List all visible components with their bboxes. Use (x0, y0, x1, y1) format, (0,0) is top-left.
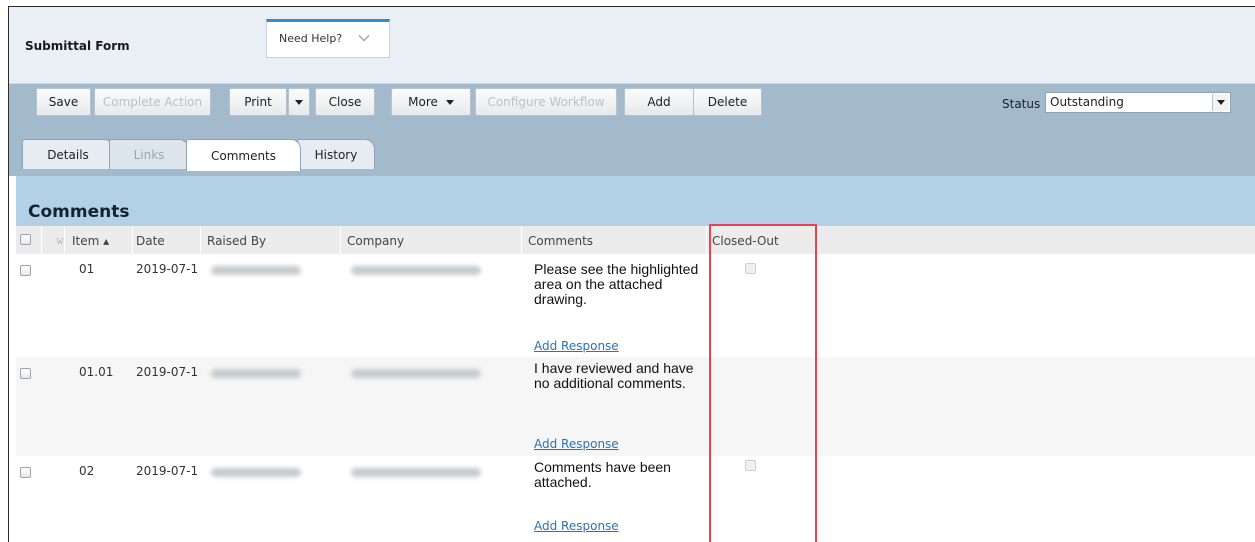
column-header-item[interactable]: Item ▴ (72, 234, 109, 248)
row-date: 2019-07-1 (136, 262, 198, 276)
comment-text: Comments have been attached. (534, 459, 671, 490)
section-header: Comments (16, 176, 1255, 226)
configure-workflow-button[interactable]: Configure Workflow (475, 88, 617, 116)
chevron-down-icon (358, 30, 370, 42)
table-row: 01.01 2019-07-1 I have reviewed and have… (16, 357, 1255, 456)
row-select-checkbox[interactable] (20, 368, 31, 379)
section-title: Comments (28, 202, 130, 222)
need-help-button[interactable]: Need Help? (266, 19, 390, 58)
save-button[interactable]: Save (36, 88, 91, 116)
add-response-link[interactable]: Add Response (534, 437, 619, 451)
add-response-link[interactable]: Add Response (534, 519, 619, 533)
delete-button[interactable]: Delete (693, 88, 762, 116)
column-header-date[interactable]: Date (136, 234, 165, 248)
table-row: 01 2019-07-1 Please see the highlighted … (16, 254, 1255, 357)
select-all-checkbox[interactable] (20, 234, 31, 245)
closed-out-highlight-box (709, 224, 817, 542)
comment-text: Please see the highlighted area on the a… (534, 261, 699, 307)
status-select[interactable]: Outstanding (1045, 92, 1231, 113)
paperclip-icon: 𝚠 (56, 234, 64, 247)
status-value: Outstanding (1050, 95, 1124, 109)
print-button[interactable]: Print (229, 88, 287, 116)
company-redacted (351, 369, 481, 378)
more-label: More (408, 95, 438, 109)
raised-by-redacted (211, 468, 301, 477)
tab-comments[interactable]: Comments (186, 139, 301, 171)
comments-panel: Comments 𝚠 Item ▴ Date Raised By Company… (16, 176, 1255, 542)
item-number: 01 (79, 262, 95, 276)
raised-by-redacted (211, 369, 301, 378)
print-menu-arrow[interactable] (288, 88, 310, 116)
need-help-label: Need Help? (279, 32, 343, 45)
table-row: 02 2019-07-1 Comments have been attached… (16, 456, 1255, 542)
tab-links[interactable]: Links (109, 139, 189, 169)
raised-by-redacted (211, 266, 301, 275)
comment-text: I have reviewed and have no additional c… (534, 360, 694, 391)
more-button[interactable]: More (391, 88, 471, 116)
item-number: 02 (79, 464, 95, 478)
chevron-down-icon (295, 99, 303, 105)
chevron-down-icon[interactable] (1212, 94, 1229, 111)
column-header-comments[interactable]: Comments (528, 234, 593, 248)
add-button[interactable]: Add (624, 88, 694, 116)
add-response-link[interactable]: Add Response (534, 339, 619, 353)
form-header: Submittal Form Need Help? (9, 7, 1255, 84)
page-title: Submittal Form (25, 39, 130, 53)
chevron-down-icon (445, 99, 454, 105)
tab-details[interactable]: Details (22, 139, 114, 169)
submittal-form-window: Submittal Form Need Help? Save Complete … (8, 6, 1255, 542)
column-header-company[interactable]: Company (347, 234, 404, 248)
column-header-raised-by[interactable]: Raised By (207, 234, 266, 248)
row-date: 2019-07-1 (136, 365, 198, 379)
status-label: Status (1002, 97, 1041, 111)
toolbar: Save Complete Action Print Close More Co… (9, 84, 1255, 176)
row-select-checkbox[interactable] (20, 265, 31, 276)
complete-action-button[interactable]: Complete Action (94, 88, 211, 116)
company-redacted (351, 266, 481, 275)
company-redacted (351, 468, 481, 477)
close-button[interactable]: Close (315, 88, 375, 116)
item-number: 01.01 (79, 365, 114, 379)
table-header: 𝚠 Item ▴ Date Raised By Company Comments… (16, 226, 1255, 254)
tab-history[interactable]: History (297, 139, 375, 169)
row-date: 2019-07-1 (136, 464, 198, 478)
row-select-checkbox[interactable] (20, 467, 31, 478)
